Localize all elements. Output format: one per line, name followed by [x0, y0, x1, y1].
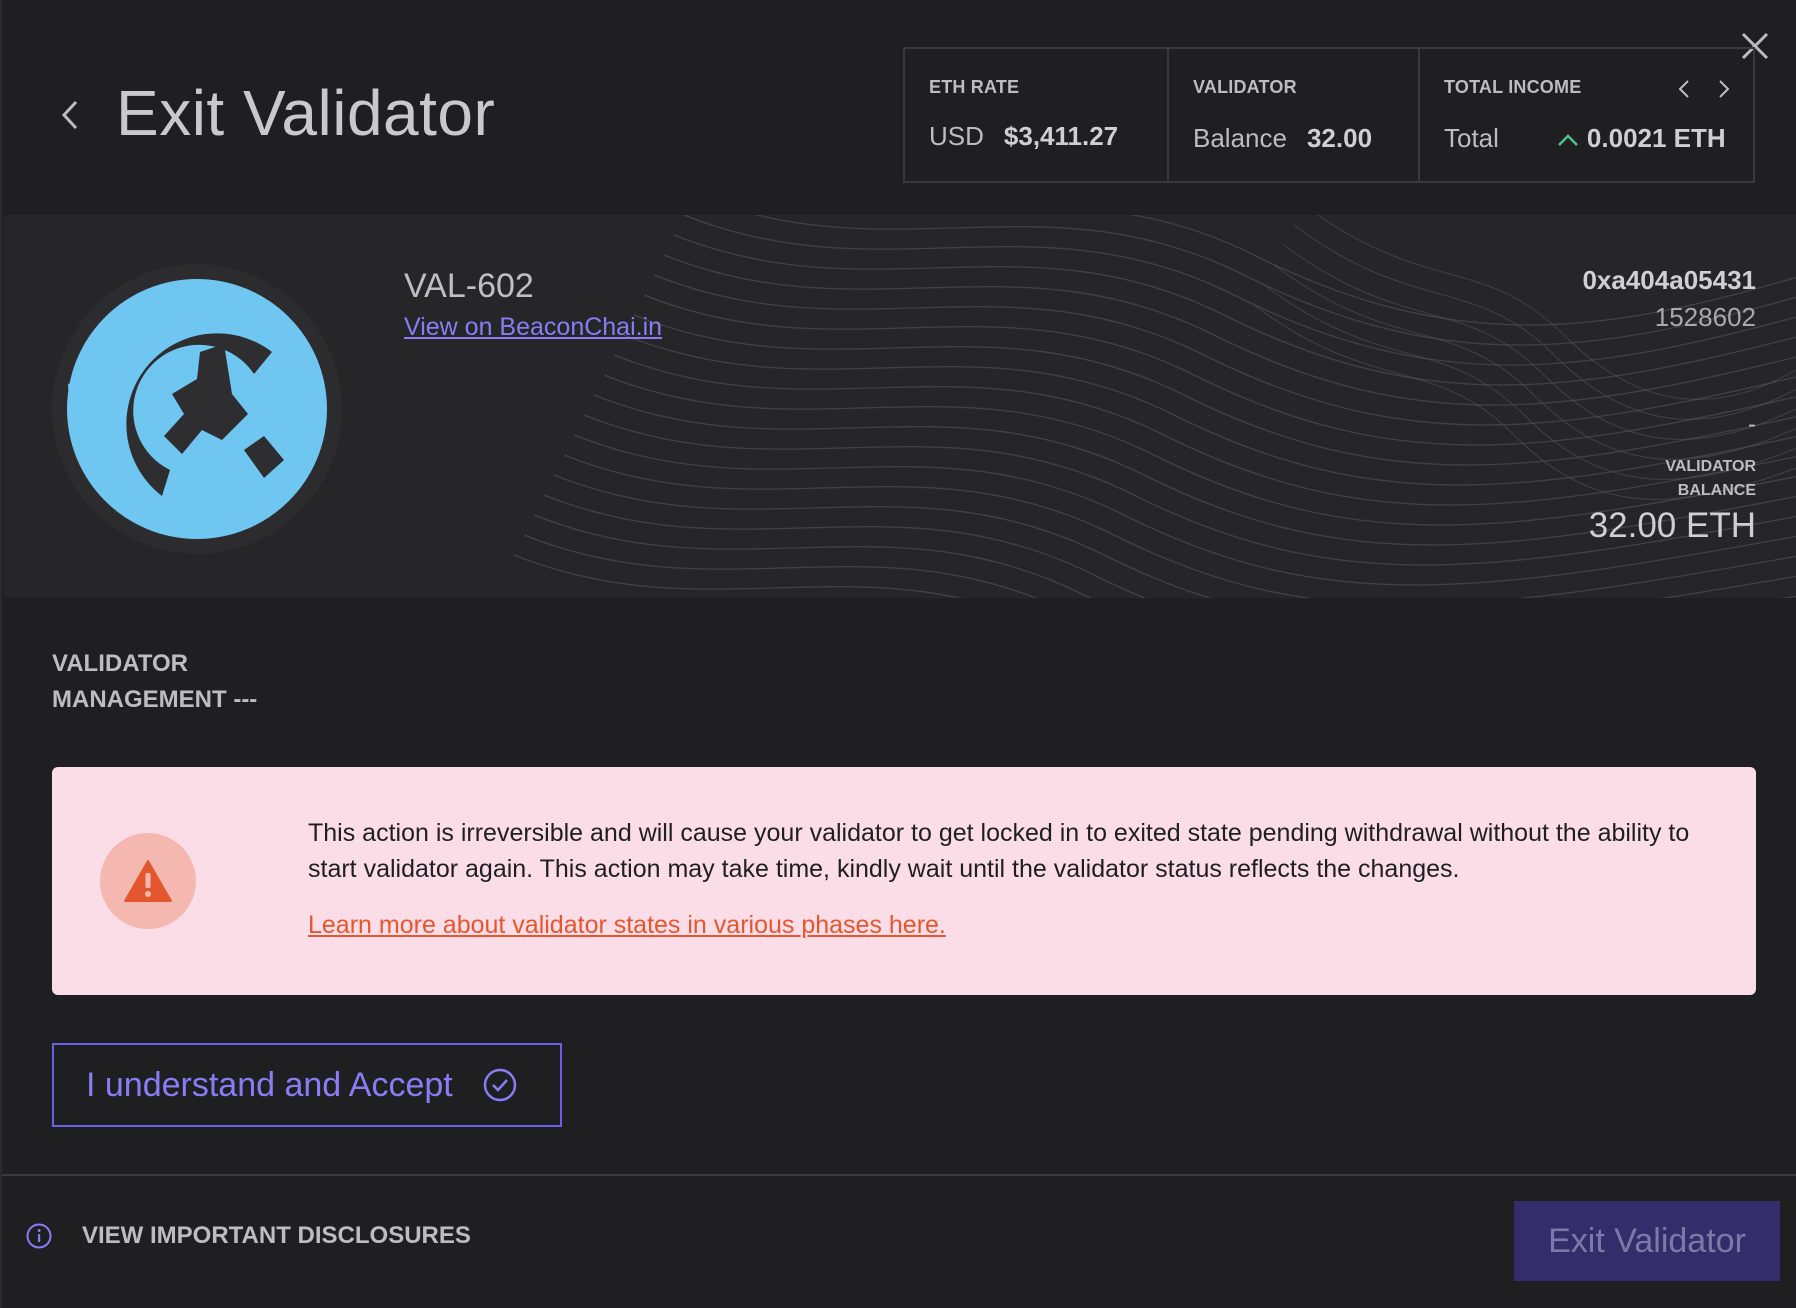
stat-label: TOTAL INCOME [1444, 77, 1582, 97]
stat-value: $3,411.27 [1003, 121, 1119, 151]
stat-key: Total [1444, 123, 1499, 153]
next-button[interactable] [1715, 77, 1733, 101]
chevron-right-icon [1719, 80, 1730, 98]
validator-card: VAL-602 View on BeaconChai.in 0xa404a054… [4, 215, 1796, 598]
accept-button[interactable]: I understand and Accept [52, 1043, 562, 1127]
check-circle-icon [483, 1068, 517, 1102]
disclosures-label: VIEW IMPORTANT DISCLOSURES [82, 1222, 471, 1249]
beaconchain-link[interactable]: View on BeaconChai.in [404, 313, 662, 342]
footer-divider [2, 1174, 1796, 1176]
stat-row: Balance 32.00 [1193, 123, 1372, 154]
back-button[interactable] [50, 95, 90, 135]
stats-bar: ETH RATE USD $3,411.27 VALIDATOR Balance… [903, 47, 1755, 183]
validator-address: 0xa404a05431 [1582, 265, 1756, 295]
stat-total-income: TOTAL INCOME Total 0.0021 ETH [1420, 49, 1753, 181]
stat-key: USD [929, 121, 984, 151]
stat-value: 32.00 [1306, 123, 1373, 153]
exit-validator-modal: Exit Validator ETH RATE USD $3,411.27 VA… [0, 0, 1796, 1308]
warning-triangle-icon [124, 860, 172, 902]
stat-row: Total 0.0021 ETH [1444, 123, 1726, 154]
stat-validator: VALIDATOR Balance 32.00 [1169, 49, 1420, 181]
stat-value: 0.0021 ETH [1586, 123, 1726, 153]
warning-banner: This action is irreversible and will cau… [52, 767, 1756, 995]
disclosures-link[interactable]: VIEW IMPORTANT DISCLOSURES [26, 1222, 471, 1250]
learn-more-link[interactable]: Learn more about validator states in var… [308, 911, 946, 940]
validator-name: VAL-602 [404, 267, 534, 305]
validator-status: - [1748, 411, 1756, 438]
chevron-left-icon [1678, 80, 1689, 98]
validator-identicon [67, 279, 327, 539]
page-title: Exit Validator [116, 77, 496, 149]
validator-balance-value: 32.00 ETH [1588, 506, 1756, 545]
exit-validator-button[interactable]: Exit Validator [1514, 1201, 1780, 1281]
chevron-left-icon [61, 100, 78, 130]
prev-button[interactable] [1675, 77, 1693, 101]
warning-icon-badge [100, 833, 196, 929]
chevron-up-icon [1557, 133, 1579, 147]
stat-row: USD $3,411.27 [929, 121, 1118, 152]
stat-nav [1675, 77, 1733, 101]
validator-balance-label: VALIDATOR BALANCE [1665, 458, 1756, 499]
management-heading: VALIDATOR MANAGEMENT --- [52, 650, 258, 713]
stat-label: ETH RATE [929, 77, 1020, 97]
warning-text: This action is irreversible and will cau… [308, 819, 1690, 883]
stat-label: VALIDATOR [1193, 77, 1297, 97]
validator-index: 1528602 [1654, 302, 1756, 332]
stat-eth-rate: ETH RATE USD $3,411.27 [905, 49, 1169, 181]
validator-avatar [52, 264, 342, 554]
stat-key: Balance [1193, 123, 1287, 153]
info-icon [26, 1223, 52, 1249]
accept-label: I understand and Accept [86, 1065, 453, 1104]
